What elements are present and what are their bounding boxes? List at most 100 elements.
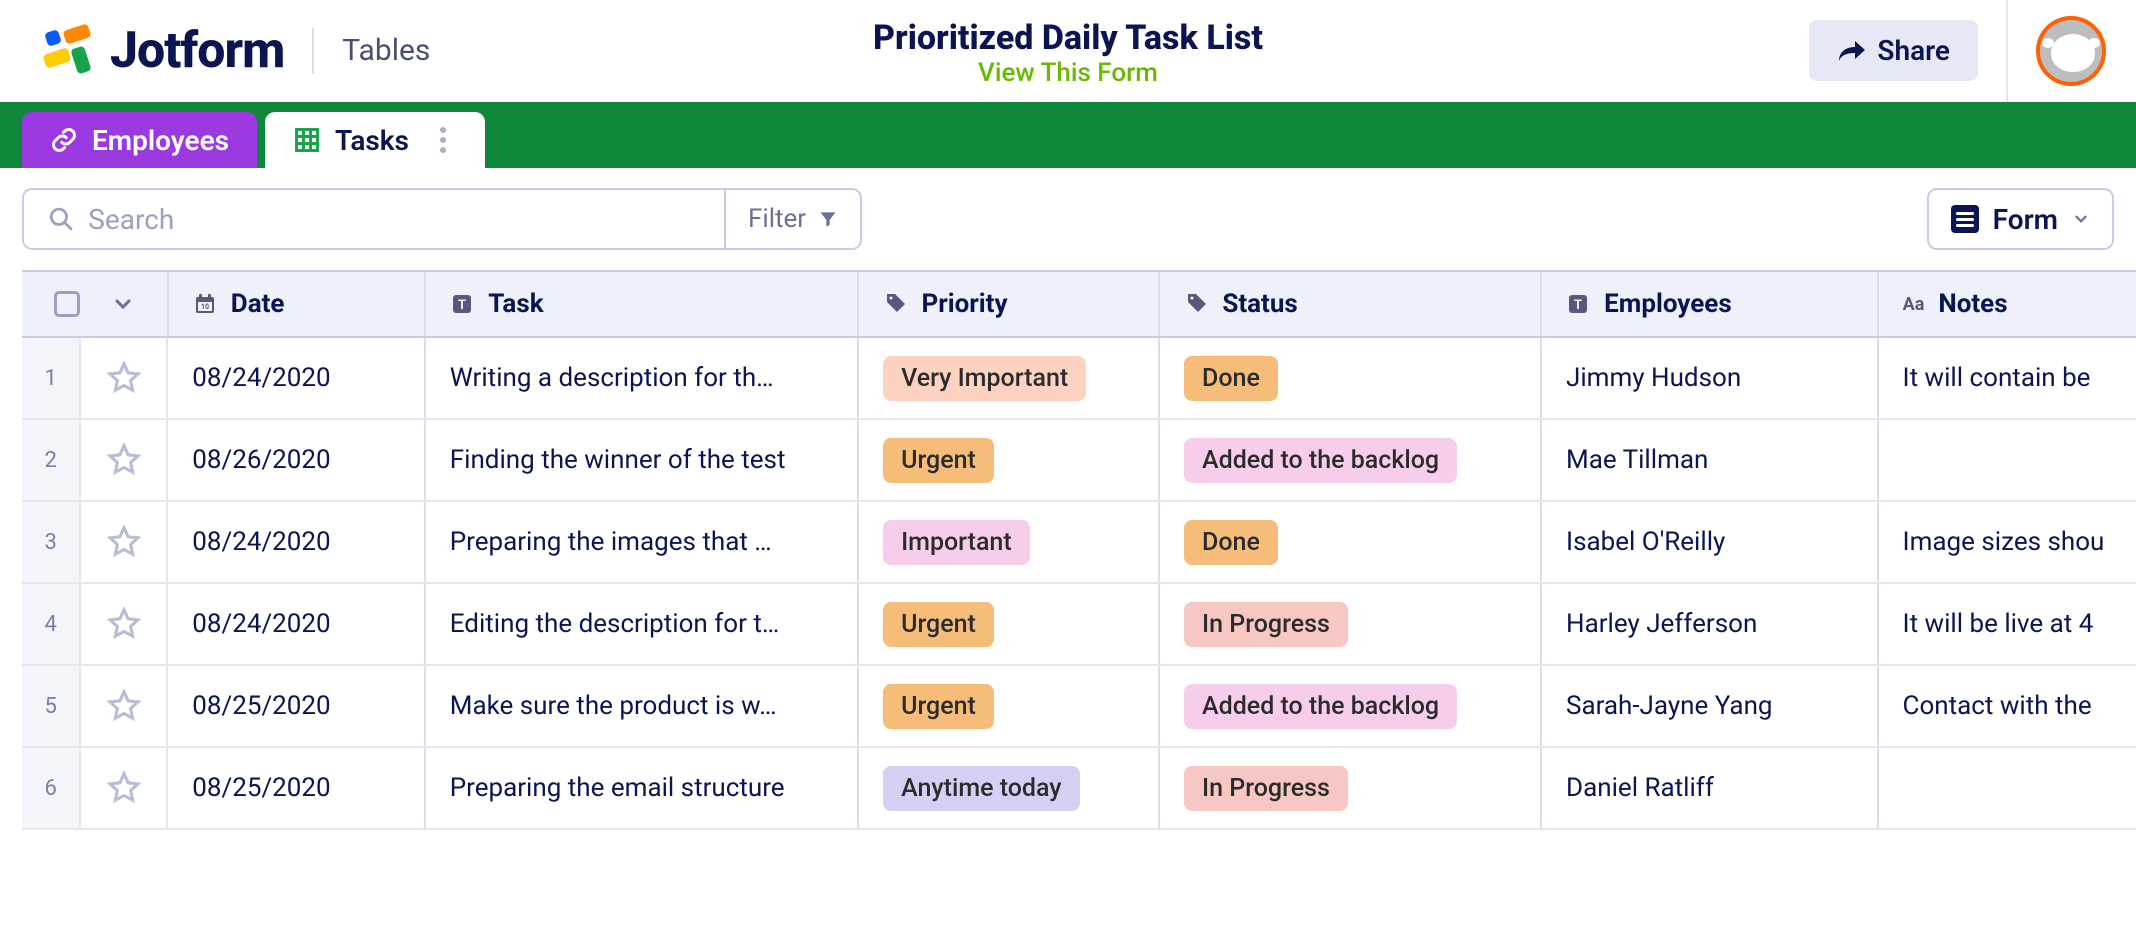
cell-employee[interactable]: Isabel O'Reilly <box>1542 502 1879 582</box>
divider <box>312 28 314 74</box>
tab-label: Employees <box>92 124 229 157</box>
star-cell <box>81 420 168 500</box>
form-icon <box>1951 205 1979 233</box>
cell-notes[interactable] <box>1879 420 2136 500</box>
share-button[interactable]: Share <box>1809 20 1978 81</box>
cell-priority[interactable]: Urgent <box>859 420 1160 500</box>
cell-status[interactable]: Added to the backlog <box>1160 666 1542 746</box>
cell-priority[interactable]: Urgent <box>859 584 1160 664</box>
table-row[interactable]: 5 08/25/2020Make sure the product is w…Ur… <box>22 666 2136 748</box>
table-row[interactable]: 6 08/25/2020Preparing the email structure… <box>22 748 2136 830</box>
header: Jotform Tables Prioritized Daily Task Li… <box>0 0 2136 102</box>
avatar[interactable] <box>2036 16 2106 86</box>
row-number: 1 <box>22 338 81 418</box>
chevron-down-icon <box>2072 210 2090 228</box>
star-icon[interactable] <box>107 771 141 805</box>
cell-task[interactable]: Preparing the email structure <box>426 748 859 828</box>
app-name: Tables <box>342 33 430 68</box>
column-date[interactable]: 10 Date <box>169 272 426 336</box>
tab-menu-button[interactable] <box>429 126 457 154</box>
search-filter-group: Filter <box>22 188 862 250</box>
cell-date[interactable]: 08/24/2020 <box>168 502 425 582</box>
cell-date[interactable]: 08/26/2020 <box>168 420 425 500</box>
table-row[interactable]: 4 08/24/2020Editing the description for t… <box>22 584 2136 666</box>
filter-button[interactable]: Filter <box>724 190 860 248</box>
divider <box>2006 0 2008 102</box>
cell-notes[interactable]: Image sizes shou <box>1879 502 2136 582</box>
column-status[interactable]: Status <box>1160 272 1542 336</box>
cell-status[interactable]: Done <box>1160 338 1542 418</box>
cell-notes[interactable]: It will contain be <box>1879 338 2136 418</box>
cell-status[interactable]: Added to the backlog <box>1160 420 1542 500</box>
chevron-down-icon[interactable] <box>111 292 135 316</box>
cell-priority[interactable]: Anytime today <box>859 748 1160 828</box>
column-notes[interactable]: Aa Notes <box>1879 272 2136 336</box>
text-icon: T <box>450 292 474 316</box>
header-center: Prioritized Daily Task List View This Fo… <box>873 0 1263 88</box>
star-icon[interactable] <box>107 689 141 723</box>
cell-task[interactable]: Writing a description for th… <box>426 338 859 418</box>
search-box[interactable] <box>24 190 724 248</box>
column-employees[interactable]: T Employees <box>1542 272 1878 336</box>
filter-icon <box>818 209 838 229</box>
tabs-bar: Employees Tasks <box>0 102 2136 168</box>
text-icon: T <box>1566 292 1590 316</box>
cell-priority[interactable]: Important <box>859 502 1160 582</box>
table-row[interactable]: 208/26/2020Finding the winner of the tes… <box>22 420 2136 502</box>
view-form-link[interactable]: View This Form <box>873 58 1263 88</box>
cell-status[interactable]: In Progress <box>1160 748 1542 828</box>
star-cell <box>81 748 168 828</box>
star-cell <box>81 338 168 418</box>
search-icon <box>48 205 74 233</box>
svg-text:T: T <box>1574 298 1582 313</box>
cell-task[interactable]: Preparing the images that … <box>426 502 859 582</box>
column-task[interactable]: T Task <box>426 272 859 336</box>
calendar-icon: 10 <box>193 292 217 316</box>
tag-icon <box>1184 292 1208 316</box>
tab-tasks[interactable]: Tasks <box>265 112 485 168</box>
star-icon[interactable] <box>107 443 141 477</box>
cell-notes[interactable]: Contact with the <box>1879 666 2136 746</box>
cell-status[interactable]: Done <box>1160 502 1542 582</box>
filter-label: Filter <box>748 204 806 234</box>
cell-date[interactable]: 08/25/2020 <box>168 748 425 828</box>
table-row[interactable]: 1 08/24/2020Writing a description for th…… <box>22 338 2136 420</box>
table-row[interactable]: 308/24/2020Preparing the images that …Im… <box>22 502 2136 584</box>
column-priority[interactable]: Priority <box>859 272 1160 336</box>
cell-notes[interactable] <box>1879 748 2136 828</box>
svg-text:T: T <box>458 298 466 313</box>
aa-icon: Aa <box>1903 294 1925 315</box>
jotform-logo-icon <box>40 23 96 79</box>
form-dropdown[interactable]: Form <box>1927 188 2114 250</box>
cell-date[interactable]: 08/24/2020 <box>168 584 425 664</box>
brand-logo[interactable]: Jotform <box>40 22 284 80</box>
cell-status[interactable]: In Progress <box>1160 584 1542 664</box>
tab-employees[interactable]: Employees <box>22 112 257 168</box>
cell-employee[interactable]: Daniel Ratliff <box>1542 748 1879 828</box>
cell-employee[interactable]: Harley Jefferson <box>1542 584 1879 664</box>
row-number: 4 <box>22 584 81 664</box>
cell-notes[interactable]: It will be live at 4 <box>1879 584 2136 664</box>
svg-text:10: 10 <box>201 303 209 311</box>
cell-employee[interactable]: Sarah-Jayne Yang <box>1542 666 1879 746</box>
row-number: 5 <box>22 666 81 746</box>
cell-task[interactable]: Make sure the product is w… <box>426 666 859 746</box>
cell-employee[interactable]: Jimmy Hudson <box>1542 338 1879 418</box>
link-icon <box>50 126 78 154</box>
cell-task[interactable]: Editing the description for t… <box>426 584 859 664</box>
cell-priority[interactable]: Very Important <box>859 338 1160 418</box>
cell-employee[interactable]: Mae Tillman <box>1542 420 1879 500</box>
select-all-checkbox[interactable] <box>54 291 80 317</box>
toolbar: Filter Form <box>0 168 2136 270</box>
cell-date[interactable]: 08/24/2020 <box>168 338 425 418</box>
cell-task[interactable]: Finding the winner of the test <box>426 420 859 500</box>
row-number: 6 <box>22 748 81 828</box>
star-icon[interactable] <box>107 607 141 641</box>
star-icon[interactable] <box>107 525 141 559</box>
star-icon[interactable] <box>107 361 141 395</box>
search-input[interactable] <box>88 203 700 236</box>
star-cell <box>81 666 168 746</box>
share-icon <box>1837 39 1865 63</box>
cell-priority[interactable]: Urgent <box>859 666 1160 746</box>
cell-date[interactable]: 08/25/2020 <box>168 666 425 746</box>
